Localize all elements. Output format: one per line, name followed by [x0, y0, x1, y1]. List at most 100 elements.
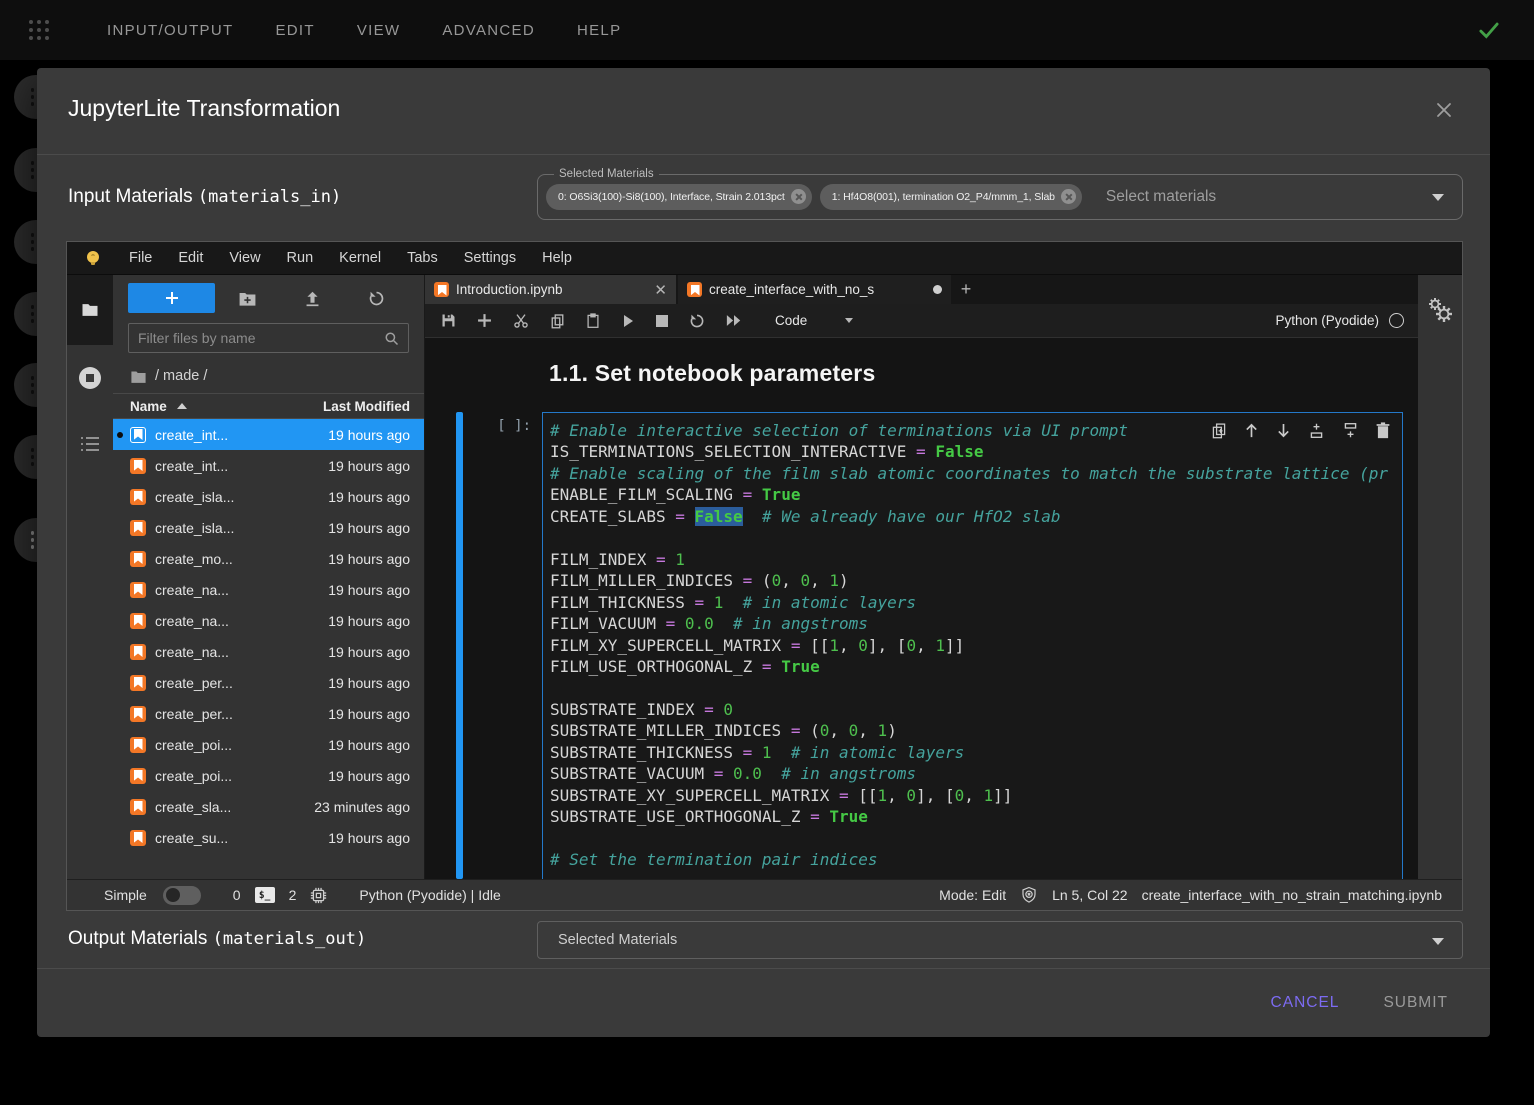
simple-mode-toggle[interactable]: [163, 886, 201, 905]
jupyter-menu-tabs[interactable]: Tabs: [394, 250, 451, 266]
new-folder-icon[interactable]: [215, 290, 280, 307]
tab-introduction-ipynb[interactable]: Introduction.ipynb ✕: [425, 275, 678, 304]
code-cell-editor[interactable]: # Enable interactive selection of termin…: [542, 412, 1403, 879]
notebook-content[interactable]: 1.1. Set notebook parameters [ ]: # Enab…: [425, 338, 1418, 879]
mode-indicator[interactable]: Mode: Edit: [939, 887, 1006, 903]
tab-create-interface[interactable]: create_interface_with_no_s: [678, 275, 951, 304]
settings-gears-icon[interactable]: [1427, 297, 1453, 879]
file-row[interactable]: create_sla...23 minutes ago: [113, 791, 424, 822]
add-cell-icon[interactable]: [477, 313, 492, 328]
file-row[interactable]: create_int...19 hours ago: [113, 419, 424, 450]
column-last-modified[interactable]: Last Modified: [323, 399, 410, 414]
file-row[interactable]: create_int... 19 hours ago: [113, 450, 424, 481]
app-menu-view[interactable]: VIEW: [336, 22, 422, 39]
insert-cell-below-icon[interactable]: [1342, 422, 1359, 439]
submit-button[interactable]: SUBMIT: [1383, 994, 1448, 1012]
move-cell-down-icon[interactable]: [1276, 422, 1291, 439]
file-row[interactable]: create_per...19 hours ago: [113, 667, 424, 698]
delete-cell-icon[interactable]: [1376, 422, 1390, 439]
cursor-position[interactable]: Ln 5, Col 22: [1052, 887, 1128, 903]
file-row[interactable]: create_poi...19 hours ago: [113, 760, 424, 791]
output-materials-select[interactable]: Selected Materials: [537, 921, 1463, 959]
chevron-down-icon[interactable]: [1432, 194, 1444, 201]
material-chip[interactable]: 0: O6Si3(100)-Si8(100), Interface, Strai…: [546, 184, 812, 210]
notebook-file-icon: [130, 613, 146, 629]
app-logo-dots-icon[interactable]: [26, 17, 52, 43]
file-browser-tab[interactable]: [67, 275, 113, 345]
app-menu-edit[interactable]: EDIT: [254, 22, 335, 39]
new-launcher-button[interactable]: [128, 283, 215, 313]
upload-icon[interactable]: [280, 290, 345, 307]
new-tab-button[interactable]: +: [951, 275, 981, 304]
trust-shield-icon[interactable]: [1020, 886, 1038, 904]
notebook-heading: 1.1. Set notebook parameters: [549, 360, 875, 387]
sort-ascending-icon: [177, 403, 187, 409]
close-icon[interactable]: [1432, 98, 1456, 122]
material-chip[interactable]: 1: Hf4O8(001), termination O2_P4/mmm_1, …: [820, 184, 1082, 210]
running-kernels-tab[interactable]: [67, 345, 113, 411]
app-menu-input-output[interactable]: INPUT/OUTPUT: [86, 22, 254, 39]
dialog-header: JupyterLite Transformation: [37, 68, 1490, 155]
jupyter-menu-file[interactable]: File: [116, 250, 165, 266]
duplicate-cell-icon[interactable]: [1211, 422, 1227, 439]
save-icon[interactable]: [441, 313, 456, 328]
list-icon: [80, 436, 100, 452]
code-line: SUBSTRATE_USE_ORTHOGONAL_Z = True: [550, 806, 1402, 827]
refresh-icon[interactable]: [344, 290, 409, 307]
insert-cell-above-icon[interactable]: [1308, 422, 1325, 439]
kernel-selector[interactable]: Python (Pyodide): [1275, 313, 1404, 328]
column-name[interactable]: Name: [130, 399, 187, 414]
file-row[interactable]: create_per...19 hours ago: [113, 698, 424, 729]
code-line: FILM_INDEX = 1: [550, 549, 1402, 570]
jupyter-menu-help[interactable]: Help: [529, 250, 585, 266]
file-row[interactable]: create_isla...19 hours ago: [113, 512, 424, 543]
jupyter-menu-edit[interactable]: Edit: [165, 250, 216, 266]
run-icon[interactable]: [621, 314, 635, 328]
cell-collapser[interactable]: [456, 412, 463, 879]
file-modified-time: 19 hours ago: [328, 644, 410, 660]
app-menu-advanced[interactable]: ADVANCED: [421, 22, 556, 39]
kernel-status-text[interactable]: Python (Pyodide) | Idle: [359, 887, 500, 903]
jupyter-menu-kernel[interactable]: Kernel: [326, 250, 394, 266]
file-row[interactable]: create_poi...19 hours ago: [113, 729, 424, 760]
cancel-button[interactable]: CANCEL: [1271, 994, 1340, 1012]
cell-type-select[interactable]: Code: [775, 313, 853, 328]
move-cell-up-icon[interactable]: [1244, 422, 1259, 439]
file-row[interactable]: create_na...19 hours ago: [113, 605, 424, 636]
filter-files-input[interactable]: [138, 330, 384, 346]
notebook-file-icon: [130, 737, 146, 753]
selected-materials-field[interactable]: Selected Materials 0: O6Si3(100)-Si8(100…: [537, 168, 1463, 220]
terminal-icon[interactable]: $_: [255, 887, 275, 903]
bulb-icon[interactable]: [84, 249, 102, 267]
file-row[interactable]: create_na...19 hours ago: [113, 574, 424, 605]
copy-icon[interactable]: [550, 313, 565, 329]
stop-icon[interactable]: [656, 315, 668, 327]
jupyterlite-transformation-dialog: JupyterLite Transformation Input Materia…: [37, 68, 1490, 1037]
table-of-contents-tab[interactable]: [67, 411, 113, 477]
cut-icon[interactable]: [513, 313, 529, 329]
remove-chip-icon[interactable]: [791, 189, 806, 204]
jupyter-menu-bar: FileEditViewRunKernelTabsSettingsHelp: [67, 242, 1462, 275]
file-row[interactable]: create_mo...19 hours ago: [113, 543, 424, 574]
file-row[interactable]: create_isla...19 hours ago: [113, 481, 424, 512]
cpu-chip-icon[interactable]: [310, 887, 327, 904]
jupyter-menu-view[interactable]: View: [216, 250, 273, 266]
file-row[interactable]: create_su...19 hours ago: [113, 822, 424, 853]
file-name: create_int...: [155, 458, 228, 474]
jupyter-menu-settings[interactable]: Settings: [451, 250, 529, 266]
file-modified-time: 19 hours ago: [328, 458, 410, 474]
chevron-down-icon: [1432, 938, 1444, 945]
close-tab-icon[interactable]: ✕: [654, 281, 667, 299]
file-modified-time: 19 hours ago: [328, 830, 410, 846]
restart-run-all-icon[interactable]: [726, 314, 742, 327]
output-materials-code: (materials_out): [213, 929, 367, 949]
app-menu-help[interactable]: HELP: [556, 22, 642, 39]
remove-chip-icon[interactable]: [1061, 189, 1076, 204]
jupyter-menu-run[interactable]: Run: [274, 250, 327, 266]
simple-mode-label: Simple: [104, 887, 147, 903]
code-line: SUBSTRATE_XY_SUPERCELL_MATRIX = [[1, 0],…: [550, 785, 1402, 806]
paste-icon[interactable]: [586, 313, 600, 329]
restart-kernel-icon[interactable]: [689, 313, 705, 329]
file-row[interactable]: create_na...19 hours ago: [113, 636, 424, 667]
breadcrumb[interactable]: / made /: [113, 359, 424, 393]
